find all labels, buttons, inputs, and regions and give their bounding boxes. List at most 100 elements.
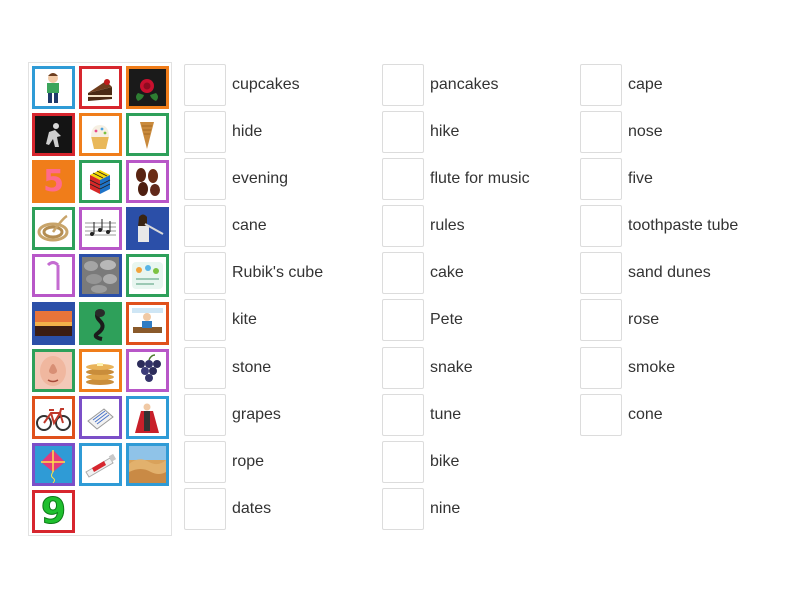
word-label: rose	[628, 311, 660, 328]
drop-zone[interactable]	[382, 158, 424, 200]
tile-rules[interactable]	[126, 254, 169, 297]
word-label: Pete	[430, 311, 463, 328]
tile-grapes[interactable]	[126, 349, 169, 392]
word-label: cake	[430, 264, 464, 281]
word-label: stone	[232, 359, 272, 376]
word-label: hike	[430, 123, 460, 140]
tile-cupcake[interactable]	[79, 113, 122, 156]
drop-zone[interactable]	[382, 111, 424, 153]
word-label: cane	[232, 217, 267, 234]
rope-coil-icon	[37, 214, 69, 242]
word-label: Rubik's cube	[232, 264, 324, 281]
rubiks-cube-icon	[89, 170, 111, 194]
drop-zone[interactable]	[184, 252, 226, 294]
drop-zone[interactable]	[382, 394, 424, 436]
dates-fruit-icon	[136, 168, 160, 196]
drop-zone[interactable]	[382, 488, 424, 530]
music-notes-icon	[85, 219, 116, 236]
tile-rope[interactable]	[32, 207, 75, 250]
number-nine-icon: 9	[40, 491, 67, 532]
word-label: grapes	[232, 406, 281, 423]
tile-cane[interactable]	[32, 254, 75, 297]
drop-zone[interactable]	[184, 205, 226, 247]
drop-zone[interactable]	[580, 299, 622, 341]
word-label: cone	[628, 406, 663, 423]
drop-zone[interactable]	[184, 64, 226, 106]
tile-smoke[interactable]	[79, 396, 122, 439]
toothpaste-tube-icon	[85, 453, 117, 478]
word-label: nine	[430, 500, 461, 517]
tile-desert[interactable]	[126, 443, 169, 486]
tile-toothpaste[interactable]	[79, 443, 122, 486]
drop-zone[interactable]	[184, 488, 226, 530]
tile-nine[interactable]: 9	[32, 490, 75, 533]
drop-zone[interactable]	[382, 441, 424, 483]
grapes-icon	[137, 354, 161, 382]
word-label: pancakes	[430, 76, 499, 93]
word-label: nose	[628, 123, 663, 140]
drop-zone[interactable]	[580, 64, 622, 106]
drop-zone[interactable]	[382, 299, 424, 341]
tile-cone[interactable]	[126, 113, 169, 156]
cobra-snake-icon	[82, 305, 119, 342]
hiding-figure-icon	[35, 116, 72, 153]
flute-player-icon	[129, 210, 166, 247]
smoke-note-icon	[87, 408, 114, 430]
tile-pete[interactable]	[126, 302, 169, 345]
tile-cupcakes[interactable]	[79, 66, 122, 109]
sunset-dunes-icon	[35, 305, 72, 342]
drop-zone[interactable]	[580, 111, 622, 153]
drop-zone[interactable]	[184, 394, 226, 436]
word-label: cape	[628, 76, 663, 93]
word-label: snake	[430, 359, 473, 376]
chocolate-cake-icon	[88, 79, 112, 101]
drop-zone[interactable]	[382, 252, 424, 294]
drop-zone[interactable]	[382, 205, 424, 247]
tile-cape[interactable]	[126, 396, 169, 439]
red-cape-icon	[135, 403, 159, 433]
word-label: bike	[430, 453, 460, 470]
tile-flute[interactable]	[126, 207, 169, 250]
word-label: five	[628, 170, 653, 187]
tile-rose[interactable]	[126, 66, 169, 109]
drop-zone[interactable]	[382, 64, 424, 106]
drop-zone[interactable]	[580, 205, 622, 247]
tile-nose[interactable]	[32, 349, 75, 392]
walking-cane-icon	[46, 261, 60, 290]
drop-zone[interactable]	[580, 158, 622, 200]
tile-hide[interactable]	[32, 113, 75, 156]
pancakes-icon	[86, 363, 114, 385]
tile-pancakes[interactable]	[79, 349, 122, 392]
kite-icon	[35, 446, 72, 483]
sand-dunes-icon	[129, 446, 166, 483]
tile-dates[interactable]	[126, 160, 169, 203]
tile-dunes[interactable]	[32, 302, 75, 345]
pete-person-icon	[132, 308, 163, 333]
drop-zone[interactable]	[184, 299, 226, 341]
rose-icon	[136, 79, 158, 101]
drop-zone[interactable]	[580, 347, 622, 389]
word-label: evening	[232, 170, 289, 187]
word-label: smoke	[628, 359, 676, 376]
drop-zone[interactable]	[184, 158, 226, 200]
tile-bike[interactable]	[32, 396, 75, 439]
drop-zone[interactable]	[580, 394, 622, 436]
drop-zone[interactable]	[580, 252, 622, 294]
tile-five[interactable]: 5	[32, 160, 75, 203]
drop-zone[interactable]	[184, 111, 226, 153]
tile-tune[interactable]	[79, 207, 122, 250]
word-label: flute for music	[430, 170, 530, 187]
word-label: cupcakes	[232, 76, 300, 93]
tile-stone[interactable]	[79, 254, 122, 297]
drop-zone[interactable]	[382, 347, 424, 389]
word-label: rope	[232, 453, 265, 470]
tile-boy[interactable]	[32, 66, 75, 109]
drop-zone[interactable]	[184, 347, 226, 389]
tile-kite[interactable]	[32, 443, 75, 486]
word-label: rules	[430, 217, 465, 234]
word-label: kite	[232, 311, 257, 328]
tile-snake[interactable]	[79, 302, 122, 345]
word-label: tune	[430, 406, 462, 423]
tile-rubiks[interactable]	[79, 160, 122, 203]
drop-zone[interactable]	[184, 441, 226, 483]
